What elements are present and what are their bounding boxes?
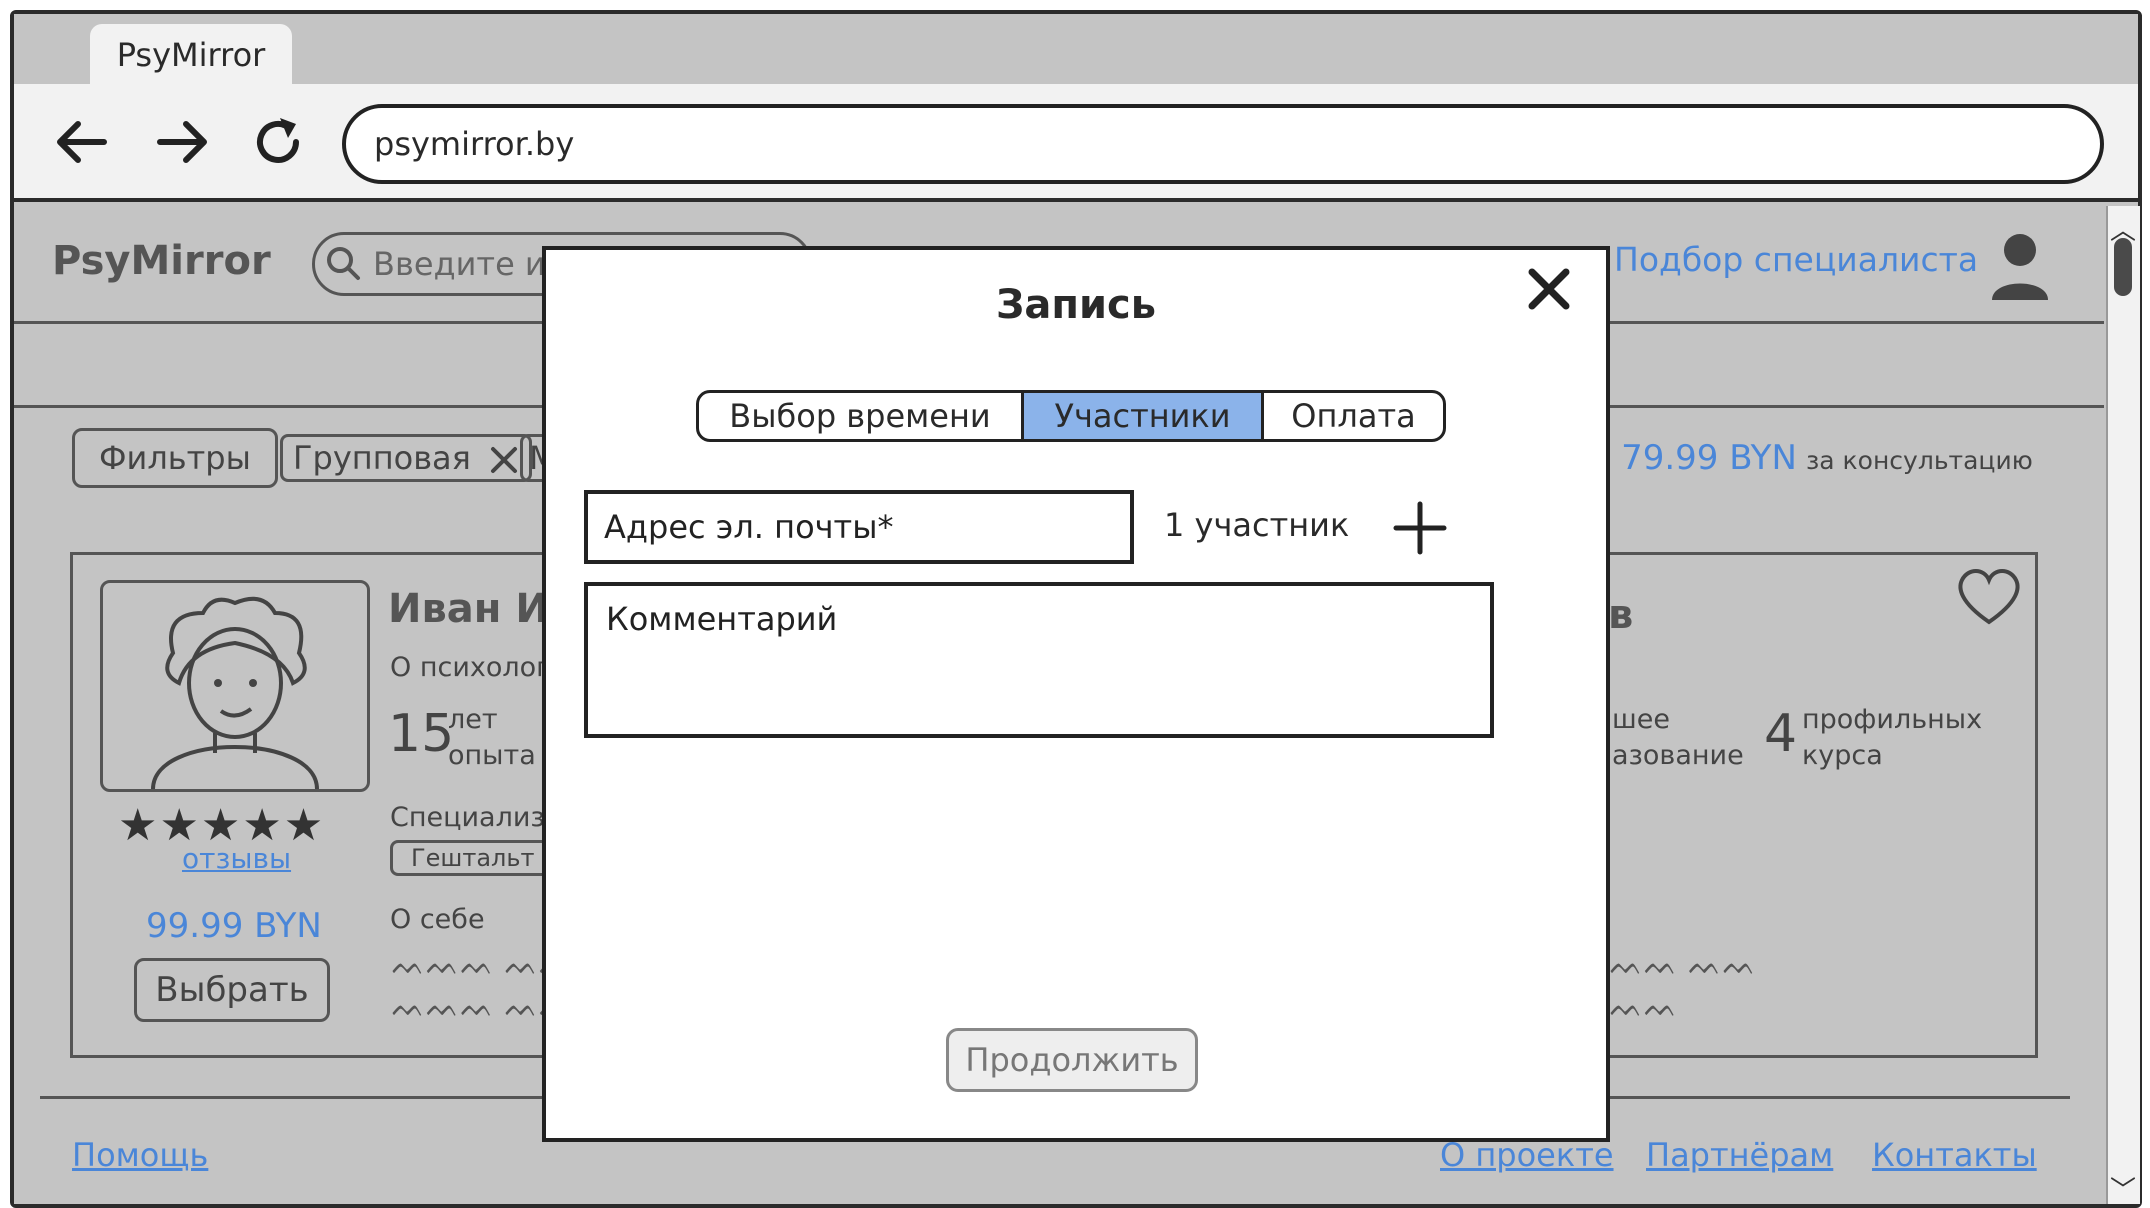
footer-help-link[interactable]: Помощь xyxy=(72,1136,208,1174)
tab-strip xyxy=(14,14,2138,84)
site-logo[interactable]: PsyMirror xyxy=(52,238,271,284)
step-payment[interactable]: Оплата xyxy=(1264,393,1443,439)
email-field[interactable] xyxy=(584,490,1134,564)
address-bar[interactable]: psymirror.by xyxy=(342,104,2104,184)
footer-contacts-link[interactable]: Контакты xyxy=(1872,1136,2037,1174)
reload-icon[interactable] xyxy=(240,112,316,174)
experience-label-2: опыта xyxy=(448,740,536,771)
choose-button[interactable]: Выбрать xyxy=(134,958,330,1022)
card-price: 99.99 BYN xyxy=(146,906,322,946)
search-icon xyxy=(324,244,364,284)
courses-label-1: профильных xyxy=(1802,704,1983,735)
step-participants[interactable]: Участники xyxy=(1024,393,1264,439)
placeholder-text: ᨓᨓ xyxy=(1610,990,1679,1023)
price-range: - 79.99 BYN xyxy=(1598,438,1797,478)
placeholder-text: ᨓᨓ ᨓᨓ xyxy=(1610,948,1758,981)
education-label-1: шее xyxy=(1612,704,1670,735)
browser-tab[interactable]: PsyMirror xyxy=(90,24,292,86)
about-self-label: О себе xyxy=(390,904,485,935)
specialist-selection-link[interactable]: Подбор специалиста xyxy=(1614,240,1978,279)
comment-field[interactable] xyxy=(584,582,1494,738)
filters-button[interactable]: Фильтры xyxy=(72,428,278,488)
experience-years: 15 xyxy=(388,704,455,764)
scroll-down-icon[interactable]: ﹀ xyxy=(2108,1170,2138,1206)
filter-chip-group[interactable]: Групповая xyxy=(280,434,532,482)
close-icon[interactable] xyxy=(1526,266,1576,316)
scroll-up-icon[interactable]: ︿ xyxy=(2108,210,2138,246)
scroll-thumb[interactable] xyxy=(2114,238,2132,296)
courses-count: 4 xyxy=(1764,704,1798,764)
about-psychologist-label: О психолог xyxy=(390,652,551,683)
step-time-selection[interactable]: Выбор времени xyxy=(699,393,1024,439)
modal-title: Запись xyxy=(995,282,1157,328)
back-icon[interactable] xyxy=(44,112,120,174)
specialist-name-2-tail: в xyxy=(1608,592,1634,638)
specialization-label: Специализ xyxy=(390,802,545,833)
education-label-2: азование xyxy=(1612,740,1744,771)
price-range-suffix: за консультацию xyxy=(1806,446,2033,475)
booking-steps: Выбор времени Участники Оплата xyxy=(696,390,1446,442)
forward-icon[interactable] xyxy=(144,112,220,174)
continue-button[interactable]: Продолжить xyxy=(946,1028,1198,1092)
user-icon[interactable] xyxy=(1988,230,2052,302)
participants-count: 1 участник xyxy=(1164,506,1350,544)
reviews-link[interactable]: отзывы xyxy=(182,842,291,875)
filter-chip-label: Групповая xyxy=(293,439,471,477)
remove-chip-icon[interactable] xyxy=(487,443,521,477)
courses-label-2: курса xyxy=(1802,740,1883,771)
experience-label-1: лет xyxy=(448,704,498,735)
footer-partners-link[interactable]: Партнёрам xyxy=(1646,1136,1833,1174)
page-scrollbar[interactable] xyxy=(2106,206,2140,1204)
specialization-tag: Гештальт xyxy=(390,840,556,876)
specialist-photo xyxy=(100,580,370,792)
add-participant-button[interactable] xyxy=(1392,500,1448,556)
favorite-heart-icon[interactable] xyxy=(1956,566,2022,626)
plus-icon xyxy=(1393,501,1447,555)
